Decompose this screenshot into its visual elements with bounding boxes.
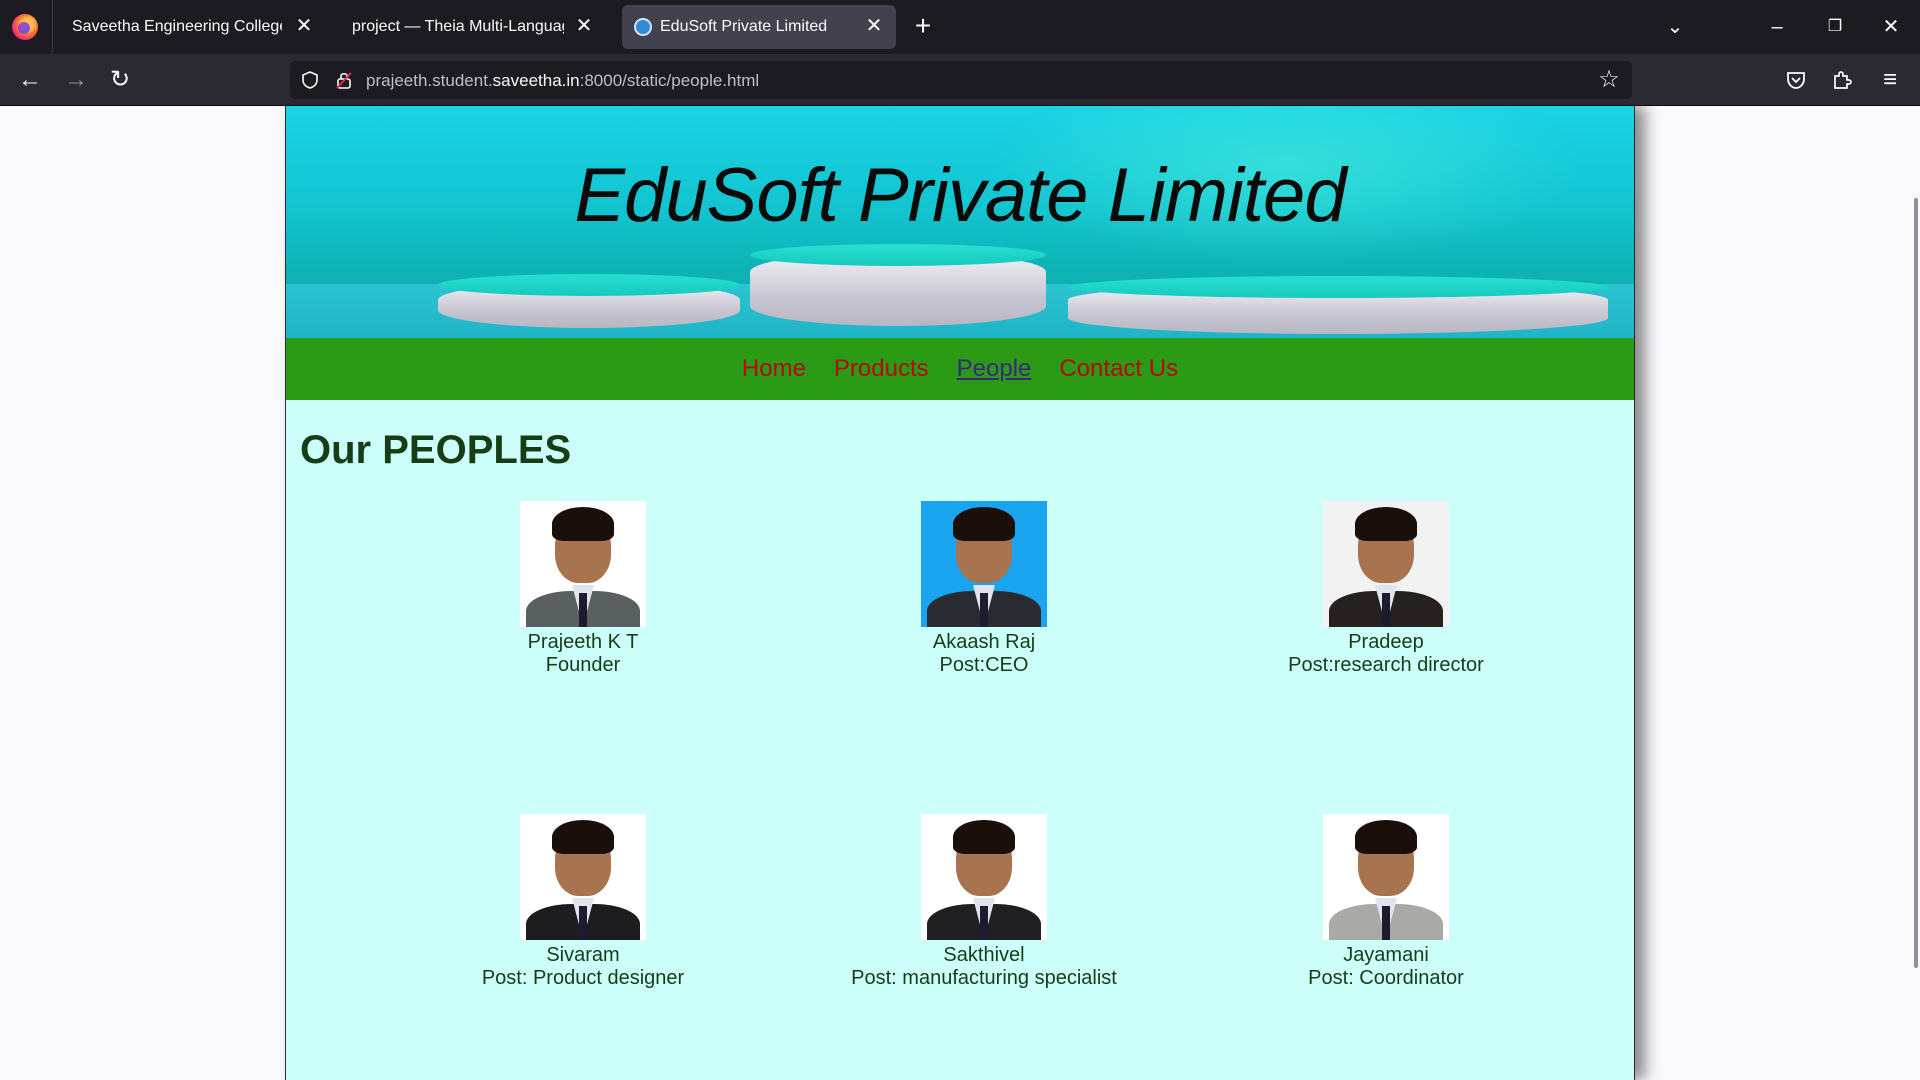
person-post: Founder <box>545 654 621 676</box>
nav-link-home[interactable]: Home <box>742 338 806 400</box>
close-tab-icon[interactable]: ✕ <box>862 14 886 38</box>
close-tab-icon[interactable]: ✕ <box>292 14 316 38</box>
person-name: Sakthivel <box>943 944 1025 966</box>
address-bar[interactable]: prajeeth.student.saveetha.in:8000/static… <box>290 61 1632 99</box>
url-text[interactable]: prajeeth.student.saveetha.in:8000/static… <box>366 71 759 91</box>
nav-link-products[interactable]: Products <box>834 338 929 400</box>
person-name: Akaash Raj <box>932 631 1036 653</box>
hamburger-menu-icon[interactable]: ≡ <box>1874 64 1906 96</box>
tab-title: Saveetha Engineering College <box>72 18 282 35</box>
header-banner: EduSoft Private Limited <box>286 106 1634 338</box>
globe-favicon-icon <box>634 18 652 36</box>
site-title: EduSoft Private Limited <box>574 153 1346 238</box>
close-window-icon[interactable]: ✕ <box>1876 12 1906 42</box>
bookmark-star-icon[interactable]: ☆ <box>1596 67 1622 93</box>
tab-title: project — Theia Multi-Language Ex <box>352 18 564 35</box>
tab-edusoft[interactable]: EduSoft Private Limited ✕ <box>622 5 896 49</box>
person-photo <box>520 814 646 940</box>
firefox-logo-icon[interactable] <box>12 14 38 40</box>
person-photo <box>1323 814 1449 940</box>
nav-link-contact-us[interactable]: Contact Us <box>1059 338 1178 400</box>
vertical-scrollbar[interactable] <box>1914 198 1918 968</box>
person-card: Pradeep Post:research director <box>1185 501 1587 677</box>
person-photo <box>921 501 1047 627</box>
minimize-window-icon[interactable]: – <box>1762 12 1792 42</box>
close-tab-icon[interactable]: ✕ <box>572 14 596 38</box>
podium-center <box>750 244 1046 326</box>
reload-icon[interactable]: ↻ <box>104 64 136 96</box>
person-post: Post: manufacturing specialist <box>851 967 1117 989</box>
person-photo <box>921 814 1047 940</box>
person-card: Sakthivel Post: manufacturing specialist <box>783 814 1185 990</box>
url-prefix: prajeeth.student. <box>366 71 493 90</box>
restore-window-icon[interactable]: ❐ <box>1820 12 1850 42</box>
person-post: Post: Coordinator <box>1308 967 1464 989</box>
site-nav-menu: Home Products People Contact Us <box>286 338 1634 400</box>
tracking-shield-icon[interactable] <box>300 70 320 90</box>
person-name: Pradeep <box>1348 631 1424 653</box>
person-card: Akaash Raj Post:CEO <box>783 501 1185 677</box>
page-heading: Our PEOPLES <box>300 428 572 472</box>
tab-separator <box>52 0 53 54</box>
extensions-puzzle-icon[interactable] <box>1830 68 1854 92</box>
url-suffix: :8000/static/people.html <box>579 71 760 90</box>
page-container: EduSoft Private Limited Home Products Peop… <box>285 106 1635 1080</box>
person-post: Post: Product designer <box>481 967 685 989</box>
forward-arrow-icon[interactable]: → <box>60 64 92 96</box>
person-card: Jayamani Post: Coordinator <box>1185 814 1587 990</box>
url-domain: saveetha.in <box>492 71 580 90</box>
person-photo <box>520 501 646 627</box>
nav-link-people[interactable]: People <box>957 338 1032 400</box>
tab-title: EduSoft Private Limited <box>660 18 828 35</box>
person-photo <box>1323 501 1449 627</box>
tab-saveetha[interactable]: Saveetha Engineering College ✕ <box>56 5 326 49</box>
insecure-lock-icon[interactable] <box>334 70 354 90</box>
browser-nav-bar: ← → ↻ prajeeth.student.saveetha.in:8000/… <box>0 54 1920 106</box>
back-arrow-icon[interactable]: ← <box>14 64 46 96</box>
person-name: Sivaram <box>546 944 620 966</box>
person-post: Post:research director <box>1288 654 1484 676</box>
browser-tab-bar: Saveetha Engineering College ✕ project —… <box>0 0 1920 54</box>
person-post: Post:CEO <box>939 654 1029 676</box>
tab-theia-project[interactable]: project — Theia Multi-Language Ex ✕ <box>336 5 606 49</box>
list-all-tabs-chevron-icon[interactable]: ⌄ <box>1660 12 1690 42</box>
new-tab-plus-icon[interactable]: + <box>908 12 938 42</box>
person-name: Prajeeth K T <box>527 631 639 653</box>
person-name: Jayamani <box>1343 944 1429 966</box>
podium-right <box>1068 276 1608 334</box>
podium-left <box>438 274 740 328</box>
person-card: Sivaram Post: Product designer <box>382 814 784 990</box>
pocket-icon[interactable] <box>1784 68 1808 92</box>
page-viewport: EduSoft Private Limited Home Products Peop… <box>0 106 1920 1080</box>
person-card: Prajeeth K T Founder <box>382 501 784 677</box>
